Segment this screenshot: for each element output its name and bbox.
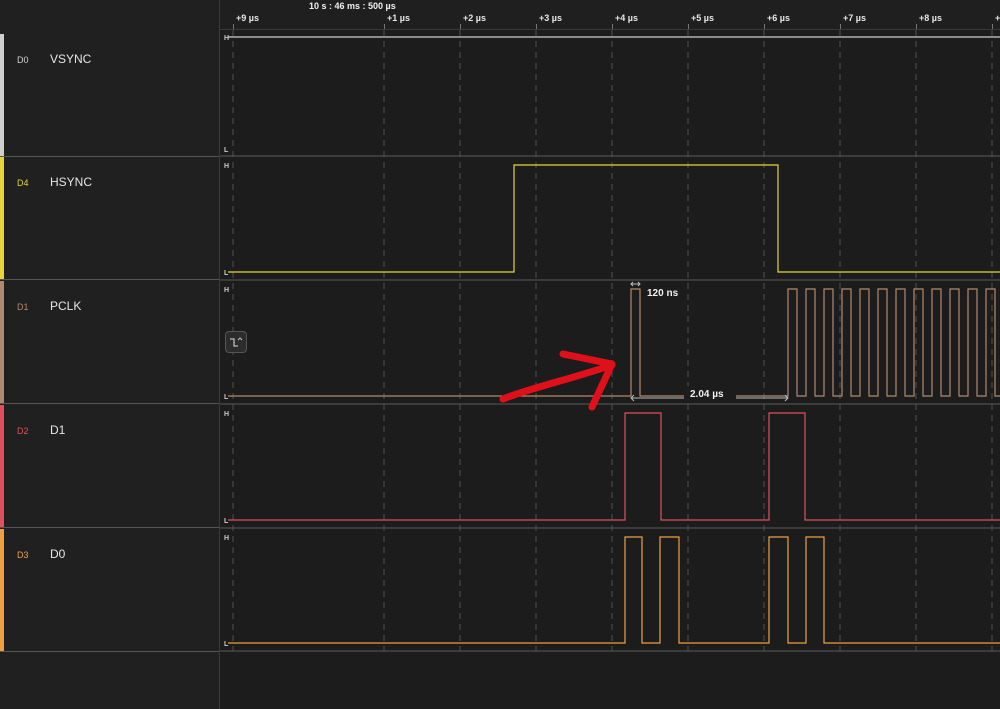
period-label: 2.04 µs [690, 389, 724, 400]
waveform-trace [228, 164, 1000, 273]
level-low-label: L [224, 147, 229, 154]
level-high-label: H [224, 535, 229, 542]
level-low-label: L [224, 394, 229, 401]
level-high-label: H [224, 287, 229, 294]
level-high-label: H [224, 411, 229, 418]
waveform-trace [228, 412, 1000, 521]
waveform-trace [228, 536, 1000, 644]
level-low-label: L [224, 270, 229, 277]
waveform-trace [228, 288, 1000, 397]
level-high-label: H [224, 35, 229, 42]
pulse-trigger-button[interactable] [225, 331, 247, 353]
level-low-label: L [224, 641, 229, 648]
pulse-trigger-icon [230, 337, 243, 347]
waveform-area[interactable]: H L H L H L H L H L 120 ns 2.04 µs [0, 0, 1000, 709]
pulse-width-label: 120 ns [647, 288, 679, 299]
level-high-label: H [224, 163, 229, 170]
level-low-label: L [224, 518, 229, 525]
